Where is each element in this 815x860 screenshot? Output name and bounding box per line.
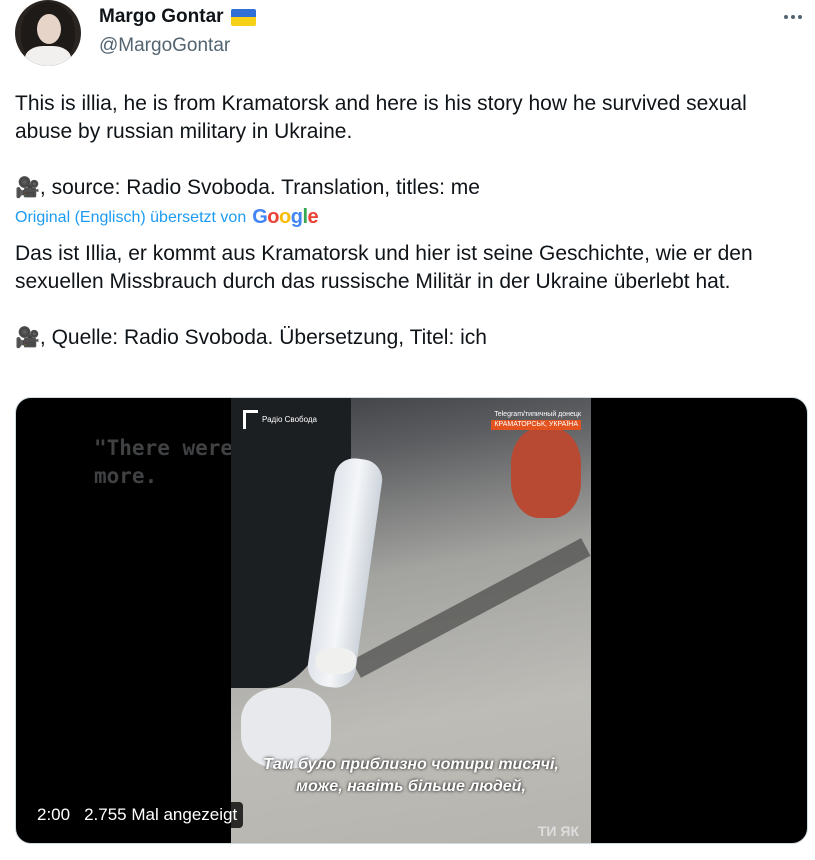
radio-svoboda-logo: Радіо Свобода: [243, 410, 317, 429]
translated-source-text: , Quelle: Radio Svoboda. Übersetzung, Ti…: [39, 326, 487, 349]
movie-camera-icon: 🎥: [15, 327, 40, 349]
translation-attribution[interactable]: Original (Englisch) übersetzt von Google: [15, 206, 319, 229]
author-name-row: Margo Gontar: [99, 6, 256, 28]
more-options-button[interactable]: [781, 6, 805, 28]
translated-text-line1: Das ist Illia, er kommt aus Kramatorsk u…: [15, 242, 753, 293]
tweet-text: This is illia, he is from Kramatorsk and…: [15, 90, 805, 202]
video-meta-badge: 2:00 2.755 Mal angezeigt: [31, 802, 244, 828]
video-player[interactable]: "There were about 4,000 people, maybe mo…: [15, 397, 808, 844]
translated-text: Das ist Illia, er kommt aus Kramatorsk u…: [15, 240, 805, 352]
tyak-watermark: ТИ ЯК: [537, 823, 579, 839]
tweet-text-line2: 🎥, source: Radio Svoboda. Translation, t…: [15, 174, 805, 202]
video-frame[interactable]: Радіо Свобода Telegram/типичный донецк К…: [231, 398, 591, 843]
video-duration: 2:00: [37, 805, 71, 824]
dot-icon: [784, 15, 788, 19]
video-view-count: 2.755 Mal angezeigt: [84, 805, 238, 824]
ukraine-flag-icon: [230, 8, 256, 26]
dot-icon: [798, 15, 802, 19]
tweet-text-line1: This is illia, he is from Kramatorsk and…: [15, 92, 747, 143]
tweet-source-text: , source: Radio Svoboda. Translation, ti…: [39, 176, 480, 199]
author-display-name[interactable]: Margo Gontar: [99, 6, 224, 28]
avatar-face: [37, 14, 61, 44]
google-logo: Google: [252, 206, 319, 228]
movie-camera-icon: 🎥: [15, 177, 40, 199]
avatar[interactable]: [15, 0, 81, 66]
avatar-shirt: [25, 46, 71, 66]
translation-label: Original (Englisch) übersetzt von: [15, 208, 247, 226]
dot-icon: [791, 15, 795, 19]
telegram-source-tag: Telegram/типичный донецк КРАМАТОРСЬК, УК…: [491, 410, 581, 430]
author-handle[interactable]: @MargoGontar: [99, 35, 230, 57]
video-subtitle: Там було приблизно чотири тисячі, може, …: [263, 756, 559, 795]
location-tag: КРАМАТОРСЬК, УКРАЇНА: [491, 420, 581, 430]
translated-text-line2: 🎥, Quelle: Radio Svoboda. Übersetzung, T…: [15, 324, 805, 352]
